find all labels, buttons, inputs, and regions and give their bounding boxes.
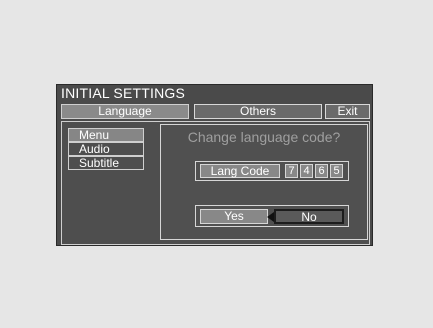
left-menu-item-audio[interactable]: Audio — [68, 142, 144, 156]
yes-button[interactable]: Yes — [200, 209, 268, 224]
language-code-frame: Lang Code 7 4 6 5 — [195, 161, 349, 181]
lang-code-label: Lang Code — [200, 164, 280, 178]
selection-cursor-icon — [267, 212, 274, 222]
left-menu-item-menu[interactable]: Menu — [68, 128, 144, 142]
settings-content-panel: Menu Audio Subtitle Change language code… — [61, 121, 370, 245]
lang-code-digit-2[interactable]: 4 — [300, 164, 313, 178]
change-language-code-dialog: Change language code? Lang Code 7 4 6 5 … — [160, 124, 368, 240]
confirmation-buttons-frame: Yes No — [195, 205, 349, 227]
lang-code-digit-3[interactable]: 6 — [315, 164, 328, 178]
window-title: INITIAL SETTINGS — [61, 85, 186, 101]
tab-exit[interactable]: Exit — [325, 104, 370, 119]
dialog-title: Change language code? — [187, 129, 341, 145]
tab-others[interactable]: Others — [194, 104, 322, 119]
no-button[interactable]: No — [274, 209, 344, 224]
initial-settings-window: INITIAL SETTINGS Language Others Exit Me… — [56, 84, 373, 246]
lang-code-digit-1[interactable]: 7 — [285, 164, 298, 178]
lang-code-digit-4[interactable]: 5 — [330, 164, 343, 178]
left-menu-item-subtitle[interactable]: Subtitle — [68, 156, 144, 170]
tab-language[interactable]: Language — [61, 104, 189, 119]
